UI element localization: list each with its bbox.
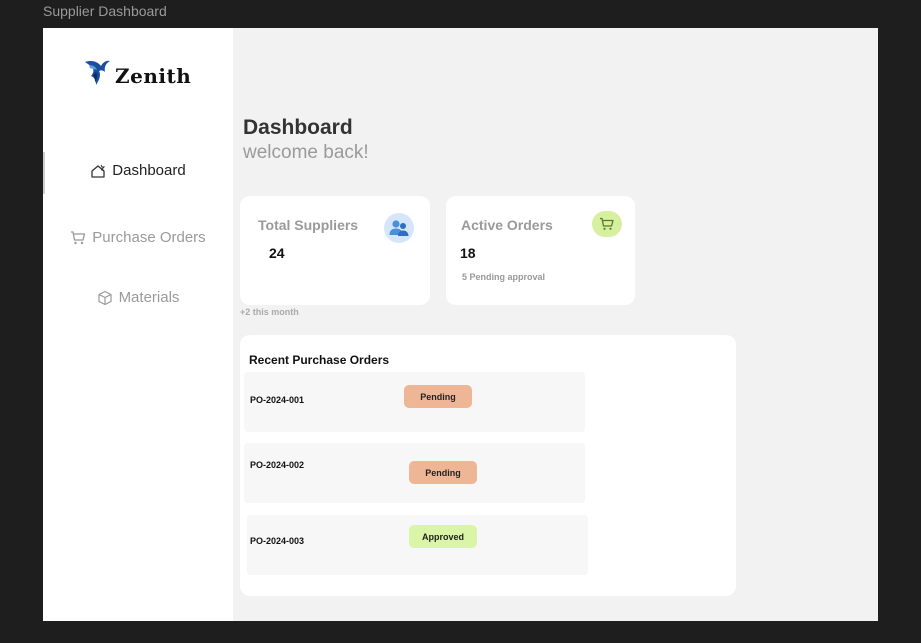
sidebar: Zenith Dashboard Purchase Orders Materia…	[43, 28, 233, 621]
active-orders-card[interactable]: Active Orders 18 5 Pending approval	[446, 196, 635, 305]
status-badge: Approved	[409, 525, 477, 548]
brand-logo[interactable]: Zenith	[83, 58, 191, 93]
order-id: PO-2024-002	[250, 460, 305, 470]
sidebar-item-label: Purchase Orders	[92, 229, 206, 246]
order-id: PO-2024-001	[250, 395, 305, 405]
dashboard-frame: Zenith Dashboard Purchase Orders Materia…	[43, 28, 878, 621]
frame-label: Supplier Dashboard	[43, 3, 167, 19]
sidebar-item-purchase-orders[interactable]: Purchase Orders	[43, 229, 233, 246]
order-row[interactable]: PO-2024-001 Pending	[244, 372, 585, 432]
box-icon	[97, 290, 113, 306]
card-value: 18	[460, 245, 476, 261]
cart-icon	[592, 211, 622, 237]
section-title: Recent Purchase Orders	[249, 353, 390, 367]
page-subtitle: welcome back!	[243, 142, 369, 163]
card-value: 24	[269, 245, 285, 261]
card-title: Active Orders	[461, 217, 553, 233]
total-suppliers-card[interactable]: Total Suppliers 24	[240, 196, 430, 305]
card-title: Total Suppliers	[258, 217, 359, 233]
page-title: Dashboard	[243, 116, 353, 139]
order-row[interactable]: PO-2024-003 Approved	[247, 515, 588, 575]
sidebar-item-dashboard[interactable]: Dashboard	[43, 162, 233, 179]
sidebar-item-materials[interactable]: Materials	[43, 289, 233, 306]
cart-icon	[70, 230, 86, 246]
pending-approval-note: 5 Pending approval	[462, 272, 546, 282]
phoenix-logo-icon	[83, 58, 111, 93]
sidebar-item-label: Dashboard	[112, 162, 186, 179]
order-id: PO-2024-003	[250, 536, 305, 546]
users-icon	[384, 213, 414, 243]
suppliers-change-note: +2 this month	[240, 307, 299, 317]
home-icon	[90, 163, 106, 179]
status-badge: Pending	[409, 461, 477, 484]
order-row[interactable]: PO-2024-002 Pending	[244, 443, 585, 503]
status-badge: Pending	[404, 385, 472, 408]
recent-purchase-orders-panel: Recent Purchase Orders PO-2024-001 Pendi…	[240, 335, 736, 596]
brand-name: Zenith	[115, 63, 192, 88]
sidebar-item-label: Materials	[118, 289, 180, 306]
